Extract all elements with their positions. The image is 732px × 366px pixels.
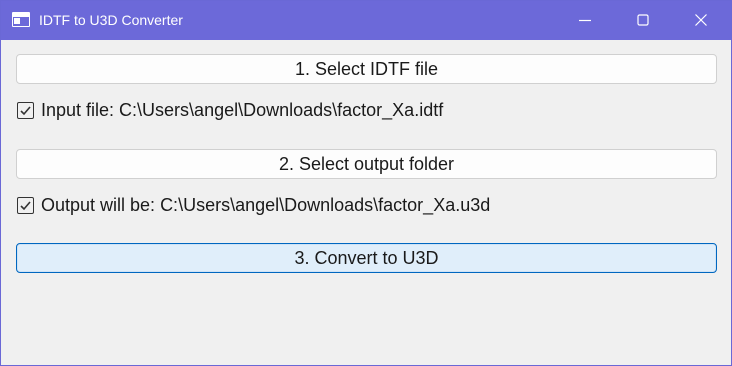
output-file-label: Output will be: xyxy=(41,194,156,215)
input-file-label: Input file: xyxy=(41,99,115,120)
input-checked-checkbox-icon[interactable] xyxy=(17,101,34,119)
output-checked-checkbox-icon[interactable] xyxy=(17,196,34,214)
select-output-folder-button[interactable]: 2. Select output folder xyxy=(16,149,717,179)
minimize-button[interactable] xyxy=(556,1,614,40)
window-title: IDTF to U3D Converter xyxy=(39,12,183,28)
input-file-status: Input file: C:\Users\angel\Downloads\fac… xyxy=(17,99,443,121)
output-file-path: C:\Users\angel\Downloads\factor_Xa.u3d xyxy=(160,194,491,215)
input-file-path: C:\Users\angel\Downloads\factor_Xa.idtf xyxy=(119,99,444,120)
output-file-status: Output will be: C:\Users\angel\Downloads… xyxy=(17,194,490,216)
title-bar[interactable]: IDTF to U3D Converter xyxy=(1,1,731,40)
close-icon xyxy=(695,14,707,26)
app-window-icon xyxy=(12,12,30,27)
minimize-icon xyxy=(579,19,591,22)
app-window: IDTF to U3D Converter 1. Select IDTF fil… xyxy=(0,0,732,366)
convert-to-u3d-button[interactable]: 3. Convert to U3D xyxy=(16,243,717,273)
close-button[interactable] xyxy=(672,1,730,40)
select-idtf-file-button[interactable]: 1. Select IDTF file xyxy=(16,54,717,84)
maximize-icon xyxy=(637,14,649,26)
maximize-button[interactable] xyxy=(614,1,672,40)
